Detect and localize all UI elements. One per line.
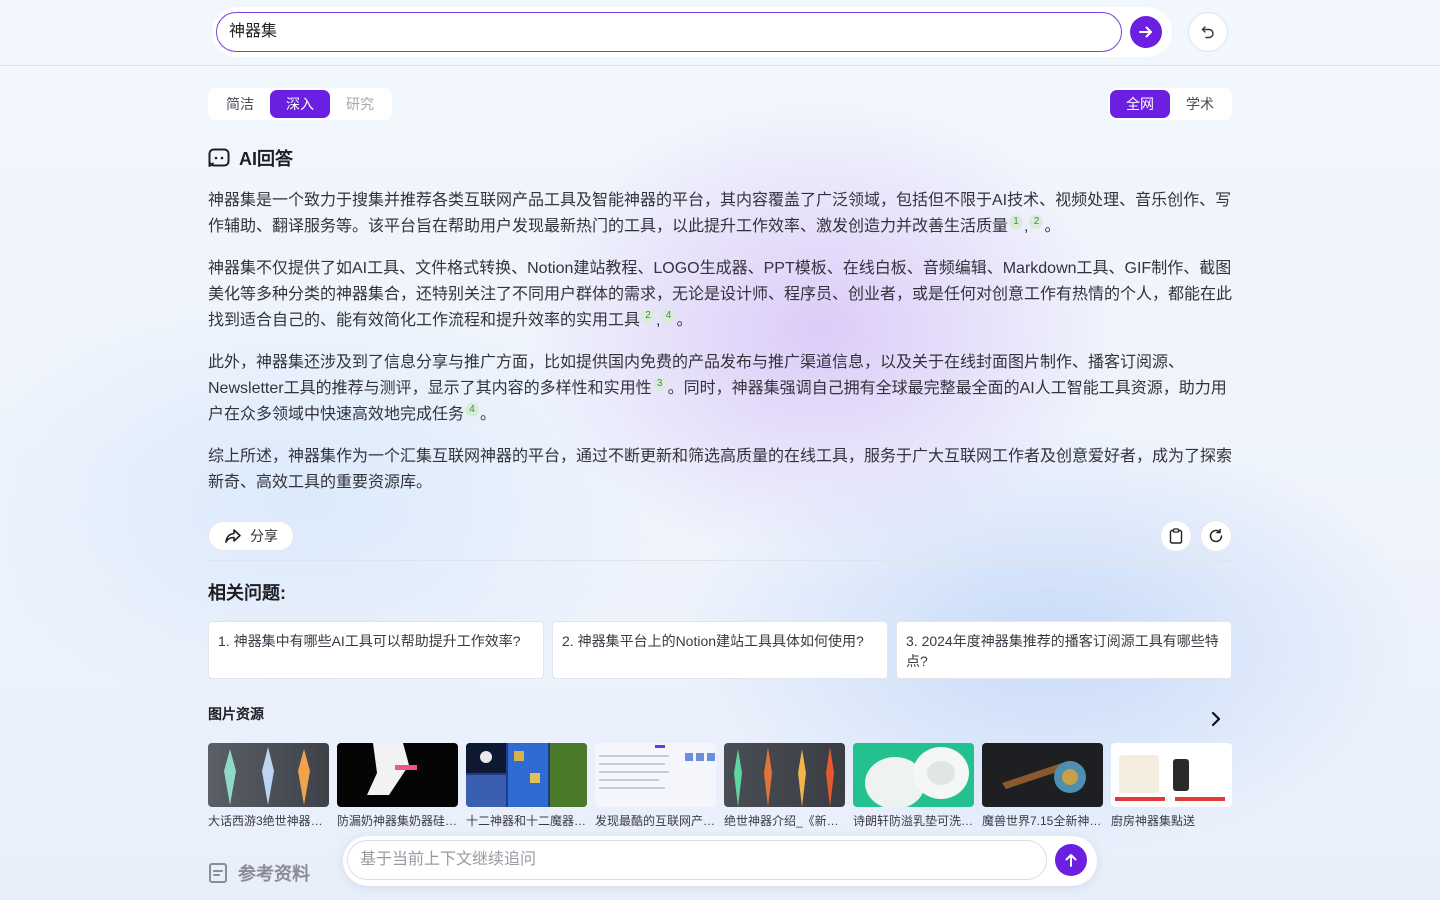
citation-badge[interactable]: 2 (1029, 215, 1044, 229)
paragraph-tail: 。 (676, 312, 693, 329)
tab-research[interactable]: 研究 (330, 90, 390, 118)
answer-heading-label: AI回答 (239, 149, 293, 169)
arrow-right-icon (1139, 26, 1152, 38)
references-heading: 参考资料 (208, 860, 310, 886)
thumbnail-caption: 防漏奶神器集奶器硅… (337, 814, 458, 828)
share-label: 分享 (250, 528, 278, 544)
clipboard-icon (1169, 528, 1183, 544)
image-thumbnail[interactable]: 廚房神器集點送 (1111, 743, 1232, 829)
answer-paragraph: 神器集不仅提供了如AI工具、文件格式转换、Notion建站教程、LOGO生成器、… (208, 260, 1233, 329)
answer-mode-tabs: 简洁 深入 研究 (208, 88, 392, 120)
regenerate-button[interactable] (1200, 520, 1232, 552)
thumbnail-caption: 诗朗轩防溢乳垫可洗… (853, 814, 974, 828)
search-submit-button[interactable] (1130, 16, 1162, 48)
image-thumbnail[interactable]: 诗朗轩防溢乳垫可洗… (853, 743, 974, 829)
thumbnail-image (466, 743, 587, 807)
answer-body: 神器集是一个致力于搜集并推荐各类互联网产品工具及智能神器的平台，其内容覆盖了广泛… (208, 188, 1234, 512)
paragraph-text: 综上所述，神器集作为一个汇集互联网神器的平台，通过不断更新和筛选高质量的在线工具… (208, 448, 1233, 491)
related-question-card[interactable]: 2. 神器集平台上的Notion建站工具具体如何使用? (552, 621, 888, 679)
reset-button[interactable] (1188, 12, 1228, 52)
image-thumbnail[interactable]: 魔兽世界7.15全新神… (982, 743, 1103, 829)
search-scope-tabs: 全网 学术 (1108, 88, 1232, 120)
citation-badge[interactable]: 2 (641, 309, 656, 323)
ai-chat-icon (208, 148, 230, 167)
related-questions-title: 相关问题: (208, 583, 286, 603)
search-input[interactable]: 神器集 (216, 12, 1122, 52)
image-carousel-next-button[interactable] (1206, 709, 1226, 729)
followup-bar: 基于当前上下文继续追问 (343, 836, 1097, 886)
copy-button[interactable] (1160, 520, 1192, 552)
citation-badge[interactable]: 1 (1009, 215, 1024, 229)
thumbnail-caption: 大话西游3绝世神器… (208, 814, 323, 828)
answer-paragraph: 神器集是一个致力于搜集并推荐各类互联网产品工具及智能神器的平台，其内容覆盖了广泛… (208, 192, 1232, 235)
related-question-card[interactable]: 3. 2024年度神器集推荐的播客订阅源工具有哪些特点? (896, 621, 1232, 679)
thumbnail-image (337, 743, 458, 807)
followup-send-button[interactable] (1055, 844, 1087, 876)
image-thumbnail[interactable]: 大话西游3绝世神器… (208, 743, 329, 829)
image-thumbnail[interactable]: 十二神器和十二魔器… (466, 743, 587, 829)
related-question-card[interactable]: 1. 神器集中有哪些AI工具可以帮助提升工作效率? (208, 621, 544, 679)
paragraph-tail: 。 (480, 406, 497, 423)
thumbnail-image (208, 743, 329, 807)
thumbnail-caption: 绝世神器介绍_《新… (724, 814, 839, 828)
undo-icon (1201, 26, 1214, 39)
thumbnail-caption: 十二神器和十二魔器… (466, 814, 587, 828)
paragraph-tail: 。 (1044, 218, 1061, 235)
followup-input[interactable]: 基于当前上下文继续追问 (347, 840, 1047, 880)
thumbnail-caption: 廚房神器集點送 (1111, 814, 1196, 828)
citation-badge[interactable]: 3 (652, 377, 667, 391)
search-container: 神器集 (212, 7, 1172, 57)
image-thumbnail[interactable]: 发现最酷的互联网产… (595, 743, 716, 829)
citation-badge[interactable]: 4 (661, 309, 676, 323)
thumbnail-image (853, 743, 974, 807)
document-icon (209, 863, 227, 883)
image-thumbnail[interactable]: 防漏奶神器集奶器硅… (337, 743, 458, 829)
answer-paragraph: 综上所述，神器集作为一个汇集互联网神器的平台，通过不断更新和筛选高质量的在线工具… (208, 444, 1234, 496)
section-divider (208, 560, 1232, 561)
references-label: 参考资料 (238, 864, 310, 884)
thumbnail-image (595, 743, 716, 807)
thumbnail-image (724, 743, 845, 807)
refresh-icon (1209, 528, 1223, 543)
paragraph-text: 神器集不仅提供了如AI工具、文件格式转换、Notion建站教程、LOGO生成器、… (208, 260, 1233, 329)
tab-web[interactable]: 全网 (1110, 90, 1170, 118)
answer-heading: AI回答 (208, 145, 293, 171)
thumbnail-image (982, 743, 1103, 807)
top-search-bar: 神器集 (0, 0, 1440, 66)
answer-paragraph: 此外，神器集还涉及到了信息分享与推广方面，比如提供国内免费的产品发布与推广渠道信… (208, 350, 1234, 428)
tab-academic[interactable]: 学术 (1170, 90, 1230, 118)
tab-deep[interactable]: 深入 (270, 90, 330, 118)
thumbnail-caption: 发现最酷的互联网产… (595, 814, 716, 828)
thumbnail-caption: 魔兽世界7.15全新神… (982, 814, 1102, 828)
share-icon (225, 529, 241, 543)
thumbnail-image (1111, 743, 1232, 807)
arrow-up-icon (1065, 854, 1077, 867)
citation-badge[interactable]: 4 (465, 403, 480, 417)
paragraph-text: 神器集是一个致力于搜集并推荐各类互联网产品工具及智能神器的平台，其内容覆盖了广泛… (208, 192, 1232, 235)
image-thumbnail[interactable]: 绝世神器介绍_《新… (724, 743, 845, 829)
tab-concise[interactable]: 简洁 (210, 90, 270, 118)
image-resources-title: 图片资源 (208, 706, 264, 722)
chevron-right-icon (1211, 711, 1221, 727)
share-button[interactable]: 分享 (208, 521, 294, 551)
